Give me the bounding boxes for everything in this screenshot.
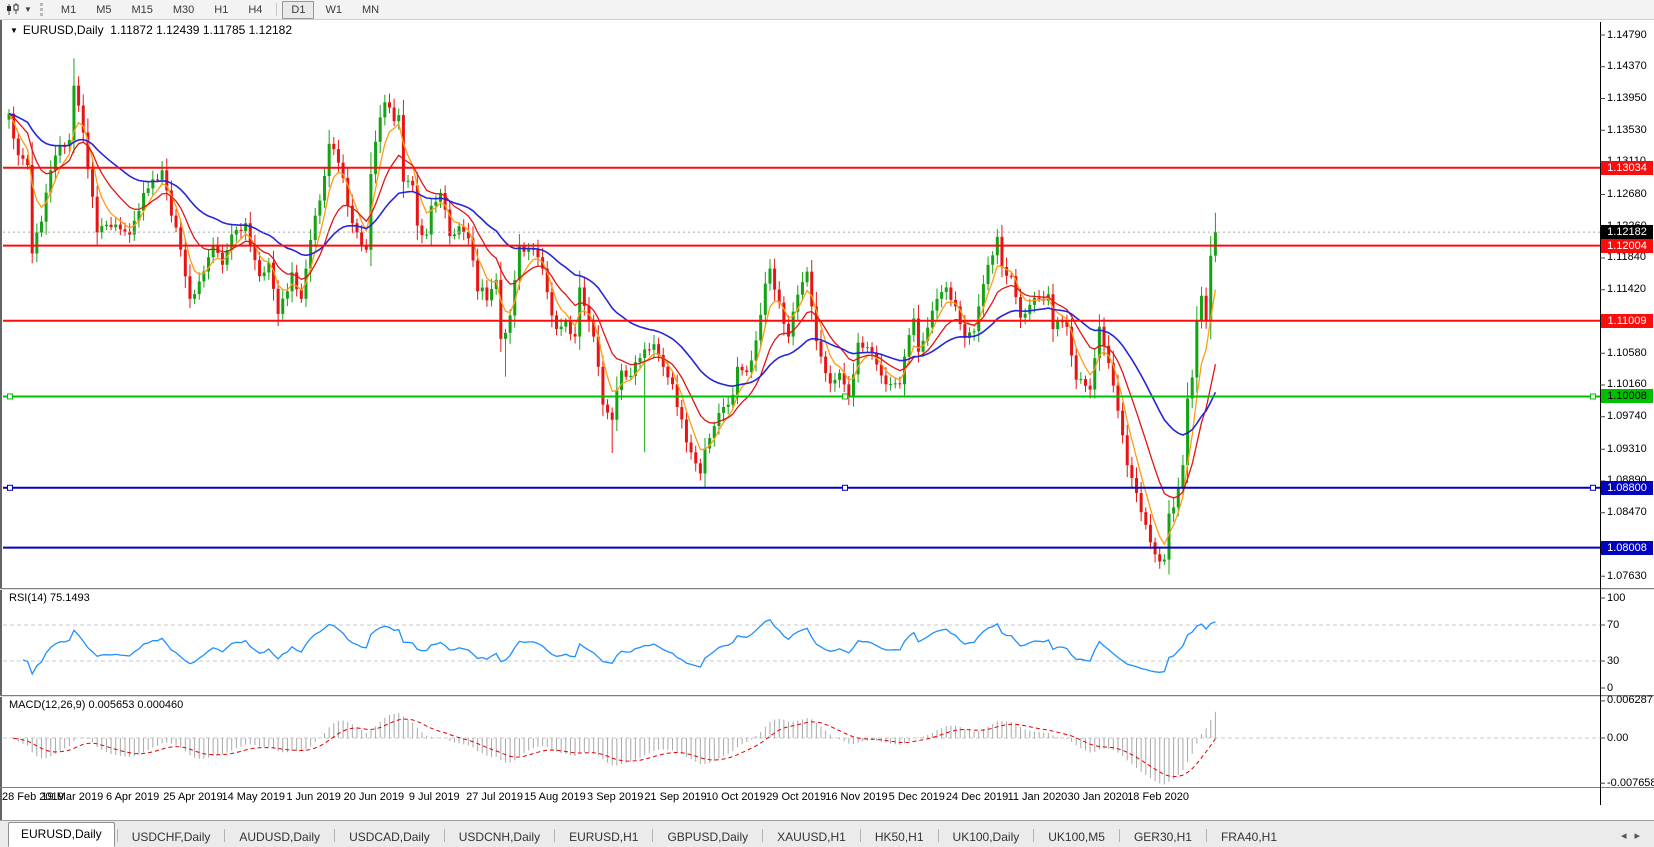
chart-tabs: EURUSD,DailyUSDCHF,DailyAUDUSD,DailyUSDC…	[0, 822, 1289, 847]
tab-divider	[1033, 829, 1034, 842]
timeframe-button-w1[interactable]: W1	[316, 1, 351, 19]
tab-fra40-h1[interactable]: FRA40,H1	[1209, 827, 1289, 847]
toolbar: ▼ M1M5M15M30H1H4 D1W1MN	[0, 0, 1654, 20]
ma-fast-line	[9, 114, 1215, 545]
tab-eurusd-daily[interactable]: EURUSD,Daily	[8, 822, 115, 847]
line-drag-handle[interactable]	[1591, 394, 1596, 399]
candles-layer	[8, 58, 1217, 574]
tab-uk100-daily[interactable]: UK100,Daily	[941, 827, 1032, 847]
timeframe-button-h1[interactable]: H1	[205, 1, 237, 19]
tab-divider	[860, 829, 861, 842]
chart-type-icon[interactable]	[6, 3, 20, 16]
line-drag-handle[interactable]	[8, 485, 13, 490]
line-drag-handle[interactable]	[8, 394, 13, 399]
line-drag-handle[interactable]	[843, 485, 848, 490]
timeframe-button-d1[interactable]: D1	[282, 1, 314, 19]
tab-gbpusd-daily[interactable]: GBPUSD,Daily	[655, 827, 760, 847]
timeframe-button-mn[interactable]: MN	[353, 1, 388, 19]
chart-symbol: EURUSD,Daily	[23, 23, 104, 37]
tab-divider	[554, 829, 555, 842]
tab-divider	[224, 829, 225, 842]
macd-histogram	[14, 712, 1216, 785]
tab-usdcnh-daily[interactable]: USDCNH,Daily	[447, 827, 552, 847]
tab-scroll-left-icon[interactable]: ◂	[1621, 829, 1627, 842]
timeframe-button-m15[interactable]: M15	[122, 1, 161, 19]
timeframe-button-group: M1M5M15M30H1H4 D1W1MN	[51, 1, 389, 19]
tab-usdcad-daily[interactable]: USDCAD,Daily	[337, 827, 442, 847]
chevron-down-icon[interactable]: ▼	[24, 5, 32, 14]
tab-xauusd-h1[interactable]: XAUUSD,H1	[765, 827, 858, 847]
tab-divider	[334, 829, 335, 842]
timeframe-button-m5[interactable]: M5	[87, 1, 120, 19]
tab-hk50-h1[interactable]: HK50,H1	[863, 827, 936, 847]
macd-label: MACD(12,26,9) 0.005653 0.000460	[9, 699, 183, 711]
tab-divider	[1206, 829, 1207, 842]
timeframe-button-m1[interactable]: M1	[52, 1, 85, 19]
line-drag-handle[interactable]	[1591, 485, 1596, 490]
tab-divider	[762, 829, 763, 842]
tab-scroll-arrows: ◂ ▸	[1621, 829, 1640, 842]
symbol-dropdown-icon[interactable]: ▼	[10, 26, 18, 35]
timeframe-button-m30[interactable]: M30	[164, 1, 203, 19]
tab-divider	[444, 829, 445, 842]
tab-divider	[652, 829, 653, 842]
tab-divider	[1119, 829, 1120, 842]
tab-scroll-right-icon[interactable]: ▸	[1634, 829, 1640, 842]
rsi-label: RSI(14) 75.1493	[9, 592, 90, 604]
tab-uk100-m5[interactable]: UK100,M5	[1036, 827, 1117, 847]
chart-tab-bar: EURUSD,DailyUSDCHF,DailyAUDUSD,DailyUSDC…	[0, 820, 1654, 847]
tab-audusd-daily[interactable]: AUDUSD,Daily	[227, 827, 332, 847]
rsi-line	[23, 620, 1216, 674]
line-drag-handle[interactable]	[843, 394, 848, 399]
timeframe-button-h4[interactable]: H4	[239, 1, 271, 19]
tab-usdchf-daily[interactable]: USDCHF,Daily	[120, 827, 223, 847]
toolbar-grip-handle[interactable]	[40, 3, 45, 16]
tab-divider	[938, 829, 939, 842]
tab-eurusd-h1[interactable]: EURUSD,H1	[557, 827, 650, 847]
chart-ohlc: 1.11872 1.12439 1.11785 1.12182	[110, 23, 292, 37]
tab-ger30-h1[interactable]: GER30,H1	[1122, 827, 1204, 847]
toolbar-separator	[276, 3, 277, 16]
tab-divider	[117, 829, 118, 842]
macd-signal-line	[14, 719, 1216, 777]
chart-title: ▼ EURUSD,Daily 1.11872 1.12439 1.11785 1.…	[10, 23, 292, 37]
chart-canvas[interactable]	[0, 0, 1654, 820]
